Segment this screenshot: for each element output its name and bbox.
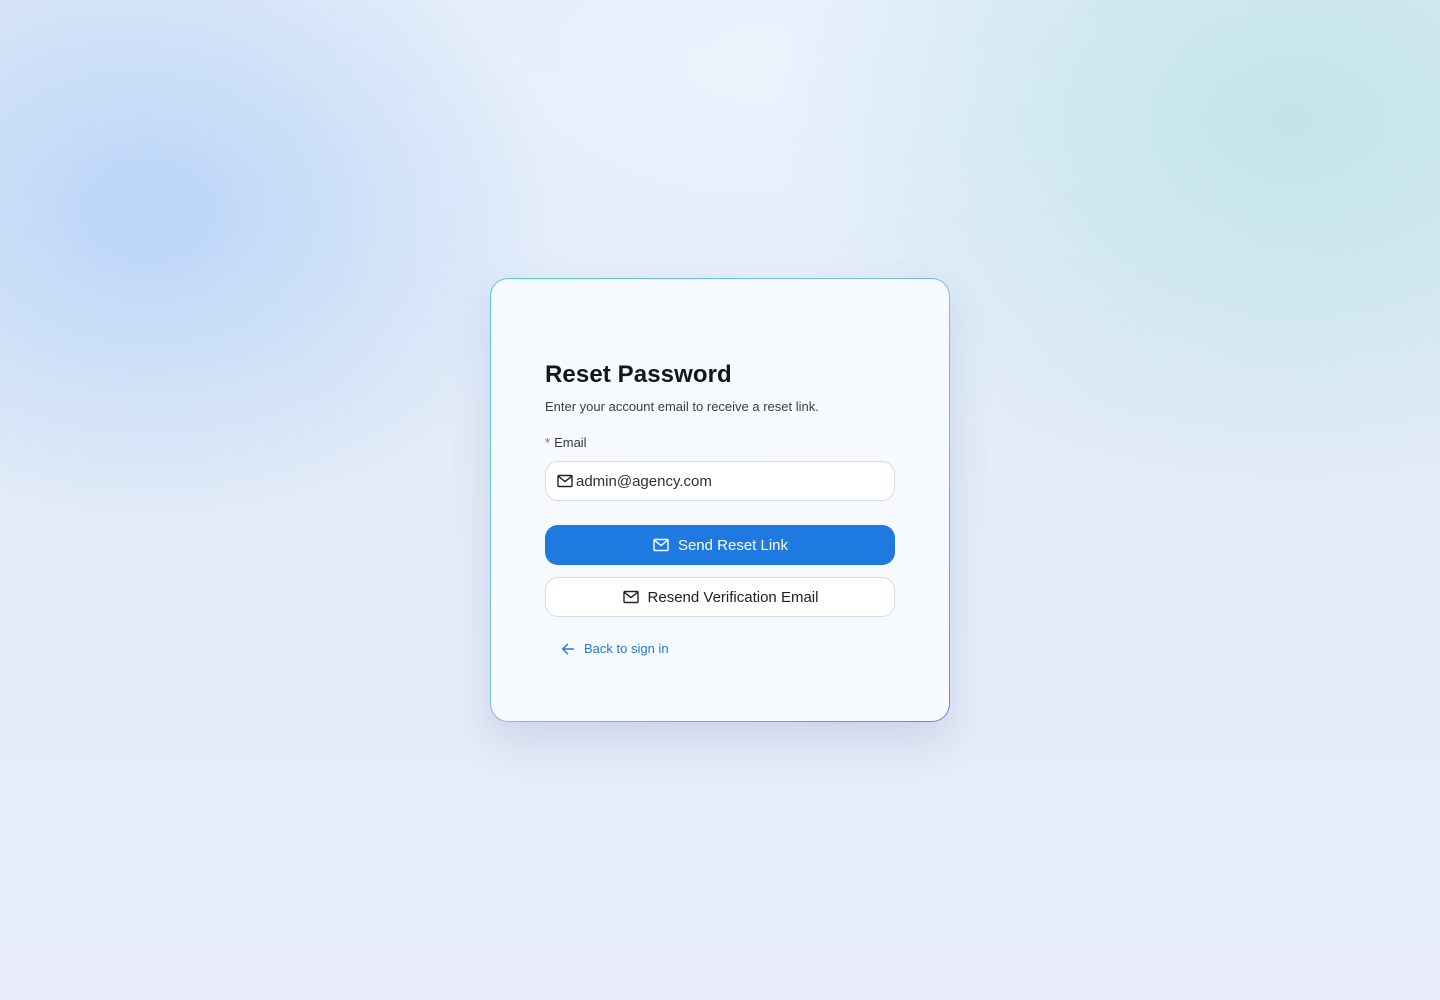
mail-icon [622,588,640,606]
page-title: Reset Password [545,361,732,388]
back-to-sign-in-link[interactable]: Back to sign in [561,641,669,656]
mail-icon [556,472,574,490]
resend-verification-email-button[interactable]: Resend Verification Email [545,577,895,617]
email-label: * Email [545,435,587,450]
required-mark: * [545,435,551,450]
send-reset-link-label: Send Reset Link [677,536,789,554]
email-label-text: Email [554,435,587,450]
email-input[interactable] [576,462,876,500]
mail-icon [652,536,670,554]
reset-password-card: Reset Password Enter your account email … [490,278,950,722]
back-to-sign-in-label: Back to sign in [584,641,669,656]
card-body: Reset Password Enter your account email … [491,279,949,721]
resend-verification-email-label: Resend Verification Email [647,588,819,606]
arrow-left-icon [561,642,575,656]
email-field[interactable] [545,461,895,501]
page-subtitle: Enter your account email to receive a re… [545,399,819,414]
send-reset-link-button[interactable]: Send Reset Link [545,525,895,565]
